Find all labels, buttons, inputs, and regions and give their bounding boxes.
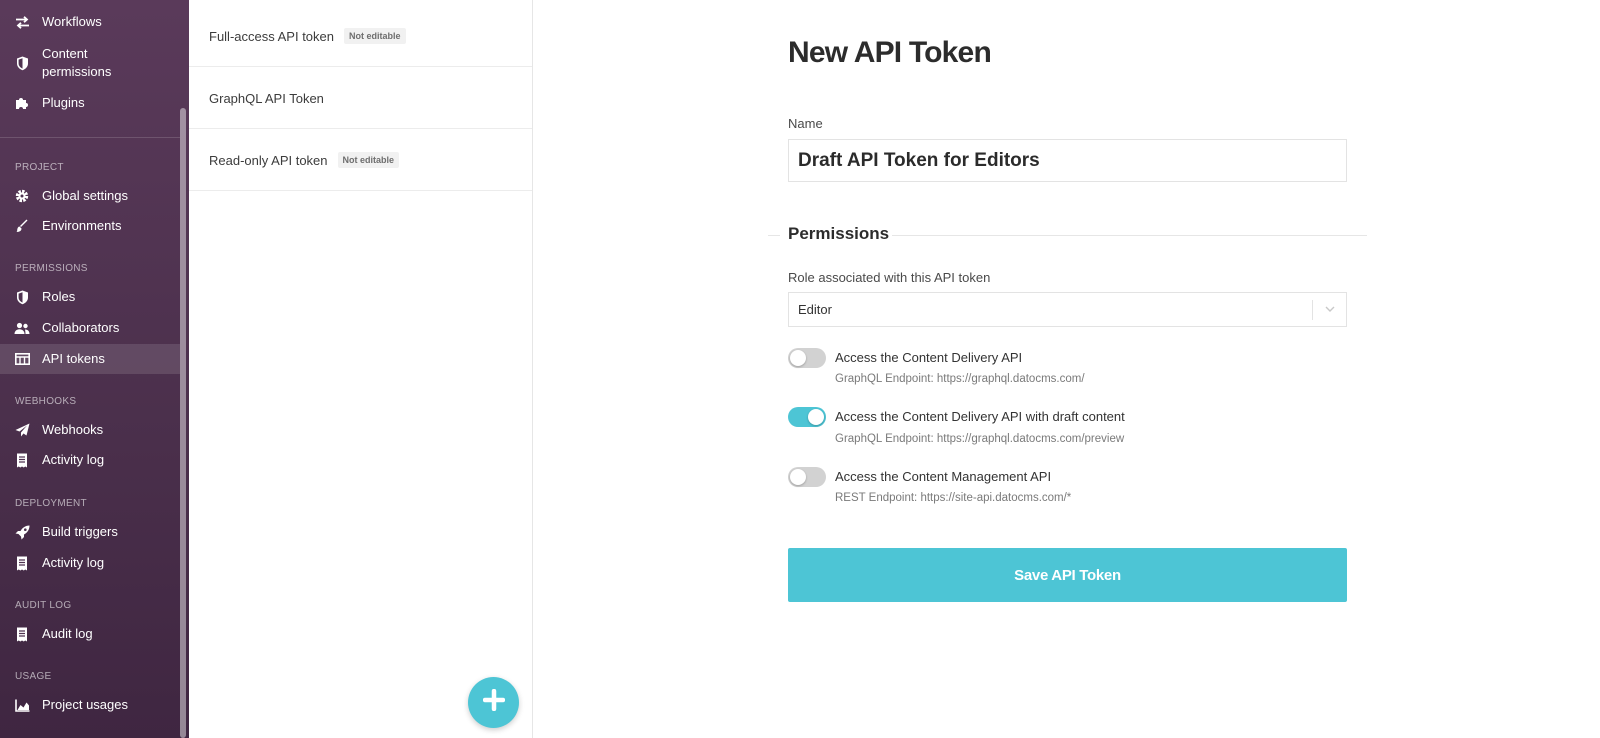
not-editable-badge: Not editable xyxy=(337,152,400,168)
sidebar-item-project-usages[interactable]: Project usages xyxy=(0,695,180,715)
paper-plane-icon xyxy=(14,422,30,438)
role-label: Role associated with this API token xyxy=(788,270,991,285)
swap-arrows-icon xyxy=(14,14,30,30)
toggle-label: Access the Content Delivery API with dra… xyxy=(835,409,1125,424)
sidebar-item-workflows[interactable]: Workflows xyxy=(0,12,180,32)
role-select-value: Editor xyxy=(798,302,832,317)
sidebar-item-label: Content permissions xyxy=(42,46,112,79)
endpoint-hint: REST Endpoint: https://site-api.datocms.… xyxy=(835,492,1072,504)
sidebar-item-label: Global settings xyxy=(42,188,128,203)
toggle-knob xyxy=(808,409,824,425)
sidebar-item-environments[interactable]: Environments xyxy=(0,216,180,236)
sidebar-item-global-settings[interactable]: Global settings xyxy=(0,186,180,206)
sidebar-item-label: Audit log xyxy=(42,626,93,641)
sidebar-item-label: Webhooks xyxy=(42,422,104,437)
chevron-down-icon xyxy=(1324,303,1336,318)
section-heading-permissions: PERMISSIONS xyxy=(15,263,88,274)
sidebar-item-label: Activity log xyxy=(42,555,105,570)
sidebar-scrollbar[interactable] xyxy=(180,108,186,738)
endpoint-hint: GraphQL Endpoint: https://graphql.datocm… xyxy=(835,373,1085,385)
sidebar-item-audit-log[interactable]: Audit log xyxy=(0,624,180,644)
section-divider xyxy=(768,235,780,236)
token-name: GraphQL API Token xyxy=(209,90,324,106)
sidebar-item-build-triggers[interactable]: Build triggers xyxy=(0,522,180,542)
receipt-icon xyxy=(14,626,30,642)
sidebar-item-deployment-activity-log[interactable]: Activity log xyxy=(0,553,180,573)
sidebar-item-label: Build triggers xyxy=(42,524,118,539)
endpoint-hint: GraphQL Endpoint: https://graphql.datocm… xyxy=(835,433,1125,445)
sidebar-item-collaborators[interactable]: Collaborators xyxy=(0,318,180,338)
shield-icon xyxy=(14,55,30,71)
api-token-list: Full-access API token Not editable Graph… xyxy=(189,0,533,738)
sidebar-item-label: Workflows xyxy=(42,14,102,29)
rocket-icon xyxy=(14,524,30,540)
token-name-input[interactable] xyxy=(788,139,1347,182)
token-name: Full-access API token xyxy=(209,28,334,44)
receipt-icon xyxy=(14,555,30,571)
role-select[interactable]: Editor xyxy=(788,292,1347,327)
section-heading-webhooks: WEBHOOKS xyxy=(15,396,77,407)
sidebar-item-api-tokens[interactable]: API tokens xyxy=(0,344,180,374)
plus-icon xyxy=(482,688,505,716)
content-delivery-api-toggle[interactable] xyxy=(788,348,826,368)
select-separator xyxy=(1312,300,1313,320)
sidebar-item-label: Roles xyxy=(42,289,76,304)
sidebar-item-webhooks-activity-log[interactable]: Activity log xyxy=(0,450,180,470)
section-heading-deployment: DEPLOYMENT xyxy=(15,498,87,509)
sidebar-item-webhooks[interactable]: Webhooks xyxy=(0,420,180,440)
section-divider xyxy=(892,235,1367,236)
add-token-button[interactable] xyxy=(468,677,519,728)
token-list-item[interactable]: GraphQL API Token xyxy=(189,68,532,129)
sidebar-item-label: Project usages xyxy=(42,697,128,712)
sidebar-item-label: Activity log xyxy=(42,452,105,467)
users-icon xyxy=(14,320,30,336)
token-list-item[interactable]: Read-only API token Not editable xyxy=(189,130,532,191)
section-heading-audit-log: AUDIT LOG xyxy=(15,600,72,611)
table-icon xyxy=(14,351,30,367)
content-management-api-toggle[interactable] xyxy=(788,467,826,487)
shield-icon xyxy=(14,289,30,305)
section-heading-project: PROJECT xyxy=(15,162,64,173)
token-name: Read-only API token xyxy=(209,152,328,168)
permissions-heading: Permissions xyxy=(788,224,890,243)
gear-icon xyxy=(14,188,30,204)
not-editable-badge: Not editable xyxy=(344,28,406,44)
save-api-token-button[interactable]: Save API Token xyxy=(788,548,1347,602)
section-heading-usage: USAGE xyxy=(15,671,52,682)
receipt-icon xyxy=(14,452,30,468)
toggle-knob xyxy=(790,350,806,366)
toggle-knob xyxy=(790,469,806,485)
sidebar-item-label: API tokens xyxy=(42,351,105,366)
area-chart-icon xyxy=(14,697,30,713)
sidebar-divider xyxy=(0,137,180,138)
sidebar-item-roles[interactable]: Roles xyxy=(0,287,180,307)
sidebar-item-label: Plugins xyxy=(42,95,85,110)
sidebar-item-label: Environments xyxy=(42,218,122,233)
sidebar-item-label: Collaborators xyxy=(42,320,120,335)
content-delivery-draft-api-toggle[interactable] xyxy=(788,407,826,427)
token-list-item[interactable]: Full-access API token Not editable xyxy=(189,6,532,67)
brush-icon xyxy=(14,218,30,234)
sidebar-item-content-permissions[interactable]: Content permissions xyxy=(0,44,180,82)
toggle-label: Access the Content Delivery API xyxy=(835,350,1023,365)
puzzle-icon xyxy=(14,95,30,111)
toggle-label: Access the Content Management API xyxy=(835,469,1052,484)
sidebar-item-plugins[interactable]: Plugins xyxy=(0,93,180,113)
sidebar: Workflows Content permissions Plugins PR… xyxy=(0,0,189,738)
page-title: New API Token xyxy=(788,36,992,69)
name-label: Name xyxy=(788,116,823,131)
